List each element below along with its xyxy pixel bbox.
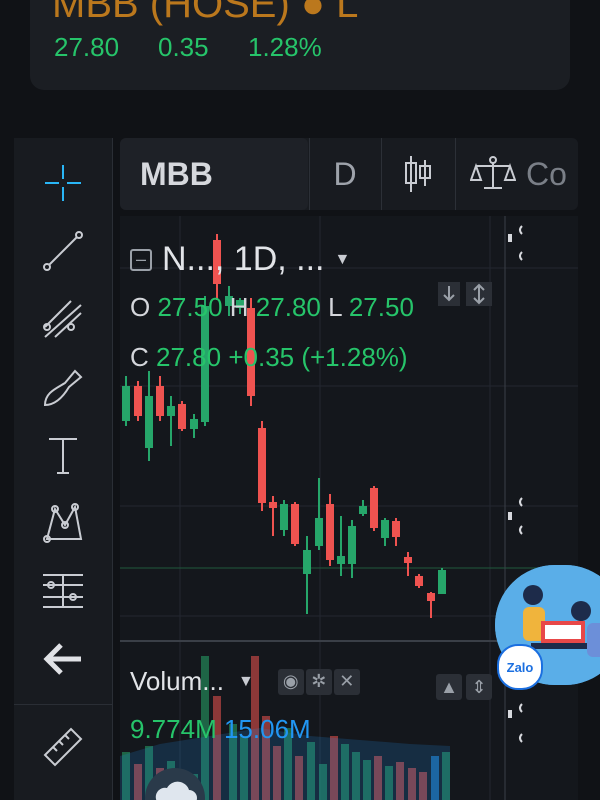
collapse-icon[interactable]: –	[130, 248, 152, 271]
candle-down	[404, 552, 412, 576]
candle-down	[370, 486, 378, 531]
volume-ma-value: 15.06M	[223, 714, 311, 744]
candle-up	[315, 478, 323, 550]
candlestick-icon	[405, 156, 431, 192]
ohlc-row: O 27.50 H 27.80 L 27.50	[130, 292, 414, 322]
candle-down	[427, 592, 435, 618]
change-value: +0.35 (+1.28%)	[228, 342, 408, 372]
candle-down	[134, 381, 142, 421]
candle-down	[258, 421, 266, 511]
chart-type-button[interactable]	[382, 138, 454, 210]
fib-tool-icon[interactable]	[14, 294, 112, 344]
quote-title: MBB (HOSE) ● L	[52, 0, 359, 26]
volume-label: Volum...	[130, 666, 224, 696]
symbol-button[interactable]: MBB	[120, 138, 308, 210]
arrow-up-icon[interactable]: ▲	[436, 674, 462, 700]
candle-up	[167, 396, 175, 446]
close-row: C 27.80 +0.35 (+1.28%)	[130, 342, 408, 372]
gear-icon[interactable]: ✲	[305, 668, 332, 695]
text-tool-icon[interactable]	[14, 430, 112, 480]
candle-down	[326, 494, 334, 566]
candle-down	[269, 496, 277, 536]
candle-up	[145, 371, 153, 461]
cloud-icon	[155, 781, 197, 800]
quote-card: MBB (HOSE) ● L 27.80 0.35 1.28%	[30, 0, 570, 90]
chevron-down-icon[interactable]: ▼	[238, 673, 254, 691]
candle-up	[359, 500, 367, 516]
back-arrow-icon[interactable]	[14, 634, 112, 684]
quote-change: 0.35	[158, 32, 209, 62]
candle-down	[178, 401, 186, 431]
candle-down	[291, 502, 299, 546]
eye-icon[interactable]: ◉	[277, 668, 304, 695]
high-value: 27.80	[255, 292, 321, 322]
candle-up	[122, 376, 130, 426]
zalo-badge[interactable]: Zalo	[497, 644, 543, 690]
candle-up	[280, 500, 288, 536]
measure-lines-icon[interactable]	[14, 566, 112, 616]
candle-down	[415, 574, 423, 588]
crosshair-icon[interactable]	[14, 158, 112, 208]
quote-price: 27.80	[54, 32, 120, 62]
drawing-toolbar	[14, 138, 113, 800]
candle-up	[303, 536, 311, 614]
low-value: 27.50	[348, 292, 414, 322]
compare-icon	[470, 156, 516, 189]
volume-value: 9.774M	[130, 714, 217, 744]
brush-icon[interactable]	[14, 362, 112, 412]
candle-up	[190, 414, 198, 438]
compare-label: Co	[526, 155, 567, 192]
quote-change-pct: 1.28%	[248, 32, 322, 62]
series-legend[interactable]: – N..., 1D, ... ▼	[130, 240, 350, 279]
toolbar-divider	[14, 704, 112, 705]
volume-legend[interactable]: Volum... ▼ ◉ ✲ ✕	[130, 666, 360, 697]
close-value: 27.80	[156, 342, 222, 372]
series-title: N..., 1D, ...	[162, 240, 325, 278]
candle-up	[438, 568, 446, 594]
volume-values: 9.774M 15.06M	[130, 714, 311, 745]
chevron-down-icon[interactable]: ▼	[334, 251, 350, 269]
close-icon[interactable]: ✕	[333, 668, 360, 695]
pattern-icon[interactable]	[14, 498, 112, 548]
cloud-sync-button[interactable]	[145, 768, 205, 800]
candle-down	[392, 518, 400, 546]
compare-button[interactable]: Co	[456, 138, 578, 210]
interval-button[interactable]: D	[310, 138, 380, 210]
candle-up	[348, 520, 356, 578]
candle-up	[337, 516, 345, 576]
volume-scale-buttons: ▲ ⇕	[436, 674, 492, 700]
candle-down	[156, 376, 164, 421]
ruler-icon[interactable]	[14, 722, 112, 772]
expand-icon[interactable]: ⇕	[466, 674, 492, 700]
chart-pane[interactable]: – N..., 1D, ... ▼ O 27.50 H 27.80 L 27.5…	[120, 216, 578, 800]
open-value: 27.50	[157, 292, 223, 322]
chart-header: MBB D Co	[120, 138, 578, 210]
trend-line-icon[interactable]	[14, 226, 112, 276]
candle-up	[381, 518, 389, 546]
